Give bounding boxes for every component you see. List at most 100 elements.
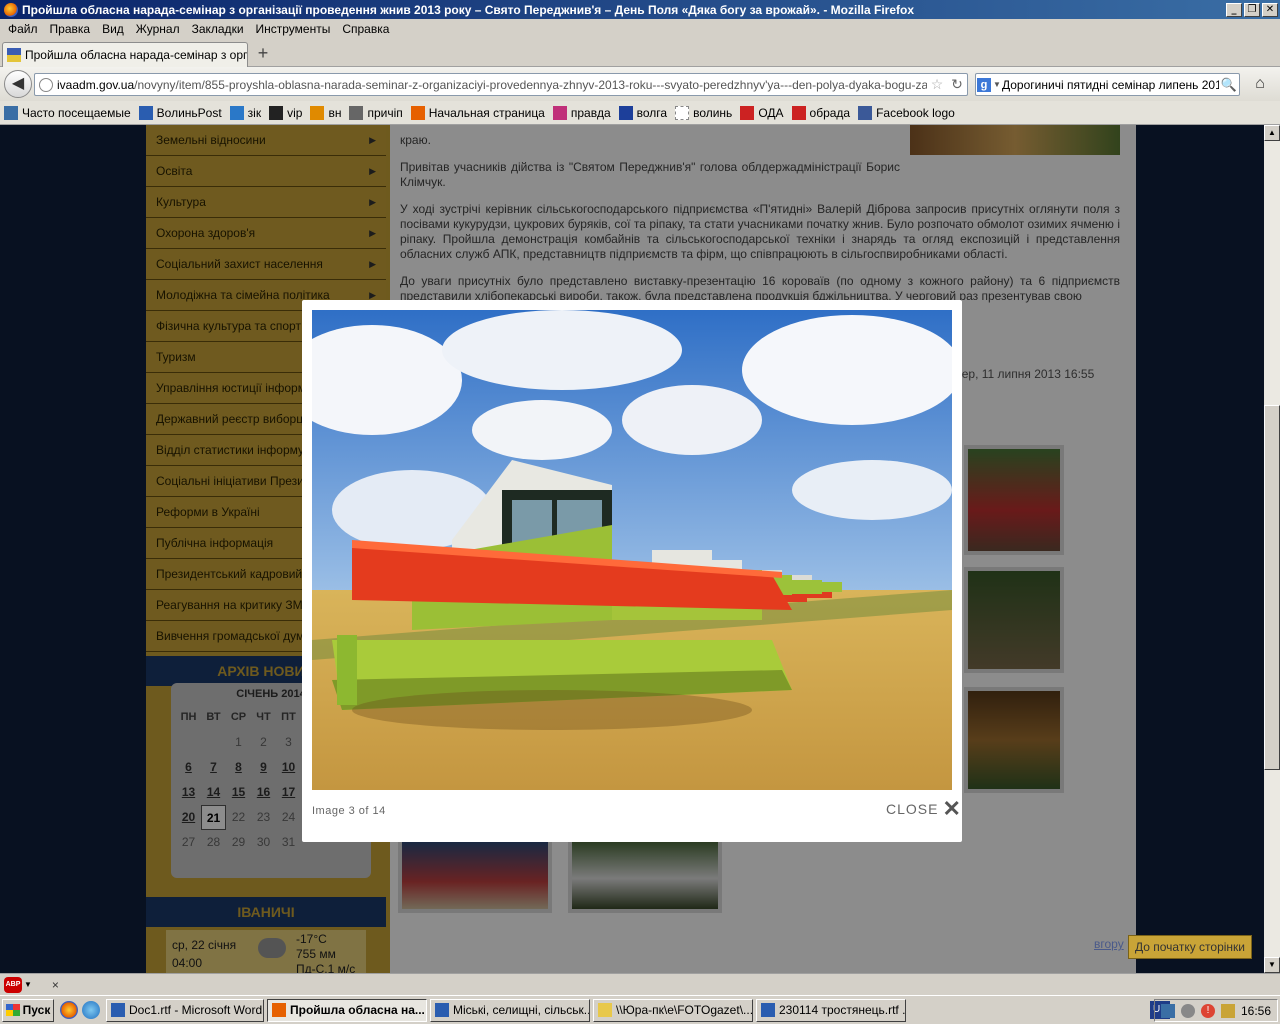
menu-help[interactable]: Справка bbox=[336, 22, 395, 36]
task-list: Doc1.rtf - Microsoft Word Пройшла обласна… bbox=[106, 998, 909, 1022]
magnifier-icon bbox=[4, 105, 18, 120]
network-icon[interactable] bbox=[1160, 1003, 1175, 1018]
taskbar-button[interactable]: Міські, селищні, сільськ... bbox=[430, 998, 590, 1022]
windows-logo-icon bbox=[5, 1004, 20, 1016]
app-icon bbox=[272, 1003, 286, 1017]
search-bar: g▼ 🔍 bbox=[975, 73, 1240, 96]
lightbox-photo[interactable] bbox=[312, 310, 952, 790]
bp-icon bbox=[138, 105, 153, 120]
bookmark-label: причіп bbox=[367, 105, 403, 120]
bookmark-item[interactable]: Начальная страница bbox=[410, 105, 545, 120]
close-icon: ✕ bbox=[942, 796, 962, 821]
chevron-down-icon: ▼ bbox=[993, 80, 1001, 89]
reload-icon[interactable]: ↻ bbox=[947, 76, 967, 93]
volume-icon[interactable] bbox=[1180, 1003, 1195, 1018]
bookmark-label: обрада bbox=[809, 105, 851, 120]
taskbar-button-label: Пройшла обласна на... bbox=[290, 1003, 425, 1017]
url-bar[interactable]: ivaadm.gov.ua/novyny/item/855-proyshla-o… bbox=[34, 73, 968, 96]
bookmark-item[interactable]: волинь bbox=[675, 105, 732, 120]
addon-bar: ABP ▼ × bbox=[0, 973, 1280, 995]
window-controls: _ ❐ ✕ bbox=[1226, 2, 1278, 17]
back-arrow-icon: ◀ bbox=[11, 75, 25, 92]
scrollbar-thumb[interactable] bbox=[1264, 405, 1280, 770]
bookmark-item[interactable]: причіп bbox=[349, 105, 403, 120]
google-icon: g bbox=[977, 77, 992, 92]
tray-app-icon[interactable] bbox=[1220, 1003, 1235, 1018]
vertical-scrollbar[interactable]: ▲ ▼ bbox=[1264, 125, 1280, 973]
taskbar-button[interactable]: Doc1.rtf - Microsoft Word bbox=[106, 998, 264, 1022]
restore-button[interactable]: ❐ bbox=[1244, 2, 1260, 17]
menu-tools[interactable]: Инструменты bbox=[250, 22, 337, 36]
bookmark-label: ОДА bbox=[758, 105, 784, 120]
adblock-plus-icon[interactable]: ABP bbox=[4, 976, 22, 993]
firefox-icon[interactable] bbox=[60, 1001, 78, 1019]
close-label: CLOSE bbox=[886, 801, 939, 817]
bookmark-item[interactable]: ОДА bbox=[740, 105, 784, 120]
start-button[interactable]: Пуск bbox=[2, 998, 54, 1022]
app-icon bbox=[111, 1003, 125, 1017]
search-input[interactable] bbox=[1002, 77, 1219, 92]
bookmark-label: Часто посещаемые bbox=[22, 105, 131, 120]
search-engine-selector[interactable]: g ▼ bbox=[976, 74, 1002, 95]
internet-explorer-icon[interactable] bbox=[82, 1001, 100, 1019]
addon-bar-close-button[interactable]: × bbox=[52, 978, 59, 992]
window-title: Пройшла обласна нарада-семінар з організ… bbox=[22, 2, 914, 17]
bookmark-star-icon[interactable]: ☆ bbox=[927, 76, 947, 93]
bookmark-item[interactable]: зік bbox=[229, 105, 262, 120]
back-to-top-button[interactable]: До початку сторінки bbox=[1128, 935, 1252, 959]
lightbox: Image 3 of 14 CLOSE ✕ bbox=[302, 300, 962, 842]
alert-icon[interactable]: ! bbox=[1200, 1003, 1215, 1018]
taskbar-button[interactable]: 230114 тростянець.rtf ... bbox=[756, 998, 906, 1022]
start-label: Пуск bbox=[22, 1003, 51, 1017]
scroll-up-button[interactable]: ▲ bbox=[1264, 125, 1280, 141]
url-host: ivaadm.gov.ua bbox=[57, 77, 135, 92]
combine-harvesters-photo bbox=[312, 310, 952, 790]
taskbar-button-label: Doc1.rtf - Microsoft Word bbox=[129, 1003, 263, 1017]
firefox-icon bbox=[4, 2, 18, 17]
firefox-icon bbox=[410, 105, 425, 120]
menu-history[interactable]: Журнал bbox=[130, 22, 186, 36]
url-text[interactable]: ivaadm.gov.ua/novyny/item/855-proyshla-o… bbox=[57, 78, 927, 92]
bookmark-item[interactable]: вн bbox=[310, 105, 341, 120]
chart-icon bbox=[349, 105, 364, 120]
bookmark-item[interactable]: Facebook logo bbox=[858, 105, 955, 120]
app-icon bbox=[761, 1003, 775, 1017]
back-button[interactable]: ◀ bbox=[4, 70, 32, 98]
taskbar-button-label: Міські, селищні, сільськ... bbox=[453, 1003, 590, 1017]
taskbar-button[interactable]: Пройшла обласна на... bbox=[267, 998, 427, 1022]
menu-bookmarks[interactable]: Закладки bbox=[186, 22, 250, 36]
scroll-down-button[interactable]: ▼ bbox=[1264, 957, 1280, 973]
clock: 16:56 bbox=[1240, 1003, 1271, 1018]
cross-icon bbox=[740, 105, 755, 120]
bookmark-item[interactable]: vip bbox=[269, 105, 302, 120]
new-tab-button[interactable]: + bbox=[252, 44, 274, 64]
bookmark-item[interactable]: Часто посещаемые bbox=[4, 105, 131, 120]
taskbar-button[interactable]: \\Юра-пк\e\FOTOgazet\... bbox=[593, 998, 753, 1022]
lightbox-caption: Image 3 of 14 bbox=[312, 805, 386, 817]
bookmark-item[interactable]: обрада bbox=[791, 105, 851, 120]
bookmark-item[interactable]: правда bbox=[552, 105, 611, 120]
home-button[interactable]: ⌂ bbox=[1250, 75, 1270, 95]
window-titlebar: Пройшла обласна нарада-семінар з організ… bbox=[0, 0, 1280, 19]
tab-bar: Пройшла обласна нарада-семінар з органі.… bbox=[0, 39, 1280, 67]
bookmark-label: зік bbox=[247, 105, 262, 120]
search-icon[interactable]: 🔍 bbox=[1219, 77, 1239, 93]
bookmark-item[interactable]: ВолиньPost bbox=[138, 105, 222, 120]
close-button[interactable]: ✕ bbox=[1262, 2, 1278, 17]
lightbox-close-button[interactable]: CLOSE ✕ bbox=[886, 796, 962, 821]
v-icon bbox=[269, 105, 284, 120]
bookmark-item[interactable]: волга bbox=[618, 105, 668, 120]
z-icon bbox=[229, 105, 244, 120]
menu-edit[interactable]: Правка bbox=[44, 22, 97, 36]
b-icon bbox=[618, 105, 633, 120]
bookmark-label: Facebook logo bbox=[876, 105, 955, 120]
chevron-down-icon[interactable]: ▼ bbox=[24, 980, 32, 989]
dotted-icon bbox=[675, 105, 690, 120]
minimize-button[interactable]: _ bbox=[1226, 2, 1242, 17]
bookmark-label: волга bbox=[636, 105, 668, 120]
menu-file[interactable]: Файл bbox=[2, 22, 44, 36]
up-link[interactable]: вгору bbox=[1094, 937, 1124, 951]
menu-view[interactable]: Вид bbox=[96, 22, 130, 36]
home-icon: ⌂ bbox=[1255, 75, 1265, 92]
tab-article[interactable]: Пройшла обласна нарада-семінар з органі.… bbox=[2, 42, 248, 67]
